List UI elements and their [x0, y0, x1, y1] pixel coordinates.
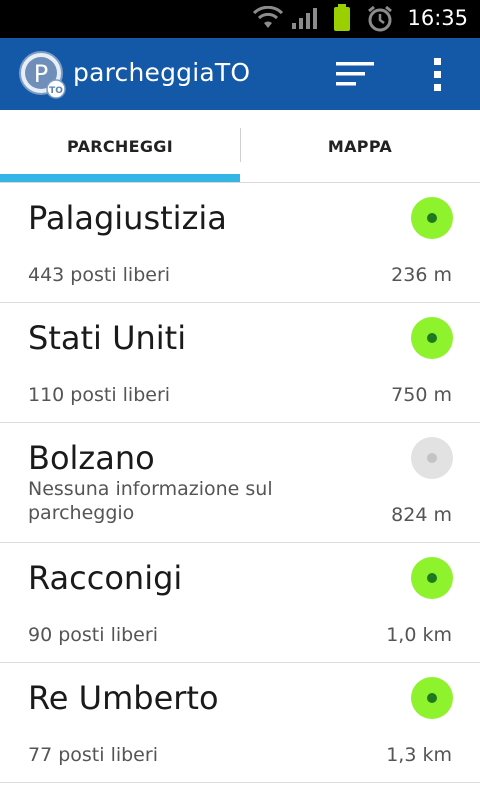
parking-status: Nessuna informazione sul parcheggio — [28, 478, 273, 524]
signal-icon — [292, 8, 317, 29]
battery-icon — [334, 4, 350, 31]
status-bar: 16:35 — [0, 0, 480, 38]
list-item[interactable]: Re Umberto 77 posti liberi 1,3 km — [0, 663, 480, 783]
logo-letter: P — [34, 60, 48, 88]
parking-name: Re Umberto — [28, 679, 219, 717]
parking-status: 90 posti liberi — [28, 624, 158, 646]
status-time: 16:35 — [407, 6, 468, 30]
tab-parcheggi[interactable]: PARCHEGGI — [0, 110, 240, 182]
availability-dot-icon — [411, 317, 453, 359]
sort-icon[interactable] — [326, 52, 382, 96]
parking-name: Bolzano — [28, 439, 155, 477]
availability-dot-icon — [411, 557, 453, 599]
tab-bar: PARCHEGGI MAPPA — [0, 110, 480, 183]
parking-name: Stati Uniti — [28, 319, 187, 357]
alarm-icon — [368, 5, 392, 32]
list-item[interactable]: Stati Uniti 110 posti liberi 750 m — [0, 303, 480, 423]
app-logo-icon[interactable]: P TO — [19, 51, 67, 99]
parking-status: 110 posti liberi — [28, 384, 171, 406]
list-item[interactable]: Racconigi 90 posti liberi 1,0 km — [0, 543, 480, 663]
availability-dot-icon — [411, 677, 453, 719]
logo-badge: TO — [49, 86, 63, 96]
action-bar: P TO parcheggiaTO — [0, 38, 480, 110]
list-item[interactable]: Palagiustizia 443 posti liberi 236 m — [0, 183, 480, 303]
availability-dot-icon — [411, 437, 453, 479]
parking-distance: 236 m — [391, 264, 452, 286]
parking-distance: 1,3 km — [386, 744, 452, 766]
overflow-menu-icon[interactable] — [418, 52, 458, 96]
parking-distance: 750 m — [391, 384, 452, 406]
parking-status: 77 posti liberi — [28, 744, 158, 766]
parking-name: Palagiustizia — [28, 199, 227, 237]
parking-name: Racconigi — [28, 559, 183, 597]
parking-distance: 824 m — [391, 504, 452, 526]
tab-mappa[interactable]: MAPPA — [240, 110, 480, 182]
parking-status: 443 posti liberi — [28, 264, 171, 286]
list-item[interactable]: Bolzano Nessuna informazione sul parcheg… — [0, 423, 480, 543]
parking-distance: 1,0 km — [386, 624, 452, 646]
app-title: parcheggiaTO — [73, 58, 251, 87]
tab-selected-indicator — [0, 174, 240, 182]
parking-list[interactable]: Palagiustizia 443 posti liberi 236 m Sta… — [0, 183, 480, 783]
availability-dot-icon — [411, 197, 453, 239]
wifi-icon — [253, 6, 283, 28]
